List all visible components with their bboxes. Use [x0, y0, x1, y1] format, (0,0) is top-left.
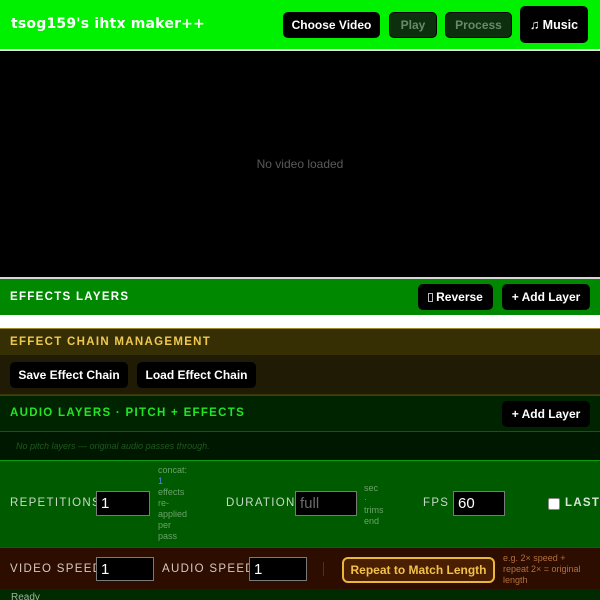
repetitions-hint-line: 1 — [158, 476, 164, 486]
fps-label: FPS — [423, 497, 450, 509]
effect-chain-title: EFFECT CHAIN MANAGEMENT — [10, 336, 212, 348]
speed-divider — [323, 562, 324, 576]
effects-layers-list — [0, 315, 600, 328]
repetitions-hint: concat: 1 effects re- applied per pass — [158, 465, 198, 542]
repetitions-hint-line: per — [158, 520, 172, 530]
music-note-icon: ♫ — [529, 17, 540, 32]
repetitions-hint-line: effects — [158, 487, 185, 497]
effect-chain-body: Save Effect Chain Load Effect Chain — [0, 355, 600, 395]
duration-hint: sec · trims end — [364, 483, 394, 527]
duration-hint-line: · — [364, 494, 367, 504]
video-speed-input[interactable]: 1 — [96, 557, 154, 581]
video-viewport[interactable]: No video loaded — [0, 51, 600, 277]
speed-hint: e.g. 2× speed + repeat 2× = original len… — [503, 553, 600, 586]
play-button[interactable]: Play — [389, 12, 437, 38]
audio-layers-title: AUDIO LAYERS · PITCH + EFFECTS — [10, 407, 246, 419]
add-audio-layer-label: + Add Layer — [511, 407, 581, 421]
app-window: tsog159's ihtx maker++ Choose Video Play… — [0, 0, 600, 600]
status-bar: Ready — [0, 589, 600, 600]
save-effect-chain-label: Save Effect Chain — [18, 368, 120, 382]
speed-hint-line: length — [503, 575, 528, 585]
add-audio-layer-button[interactable]: + Add Layer — [502, 401, 590, 427]
load-effect-chain-button[interactable]: Load Effect Chain — [137, 362, 256, 388]
reverse-button[interactable]: Reverse — [418, 284, 493, 310]
add-effect-layer-button[interactable]: + Add Layer — [502, 284, 590, 310]
load-effect-chain-label: Load Effect Chain — [145, 368, 248, 382]
audio-layers-list: No pitch layers — original audio passes … — [0, 432, 600, 460]
repeat-to-match-length-label: Repeat to Match Length — [350, 563, 487, 577]
duration-hint-line: sec — [364, 483, 379, 493]
fps-value: 60 — [458, 495, 475, 512]
status-text: Ready — [11, 592, 40, 600]
repetitions-value: 1 — [101, 495, 110, 512]
repetitions-hint-line: applied — [158, 509, 188, 519]
repetitions-hint-line: pass — [158, 531, 178, 541]
last-frame-label: LAST F — [565, 497, 600, 509]
reverse-icon — [428, 292, 434, 302]
fps-input[interactable]: 60 — [453, 491, 505, 516]
repetitions-hint-line: re- — [158, 498, 169, 508]
effect-chain-header: EFFECT CHAIN MANAGEMENT — [0, 328, 600, 355]
add-effect-layer-label: + Add Layer — [511, 290, 581, 304]
save-effect-chain-button[interactable]: Save Effect Chain — [10, 362, 128, 388]
video-speed-label: VIDEO SPEED — [10, 563, 103, 575]
reverse-label: Reverse — [436, 290, 483, 304]
top-bar: tsog159's ihtx maker++ Choose Video Play… — [0, 0, 600, 49]
speed-hint-line: e.g. 2× speed + — [503, 553, 566, 563]
repetitions-hint-line: concat: — [158, 465, 188, 475]
choose-video-button[interactable]: Choose Video — [283, 12, 380, 38]
repetitions-label: REPETITIONS — [10, 497, 101, 509]
duration-placeholder: full — [300, 495, 320, 512]
duration-hint-line: end — [364, 516, 380, 526]
effects-layers-header: EFFECTS LAYERS Reverse + Add Layer — [0, 279, 600, 315]
choose-video-label: Choose Video — [291, 18, 372, 32]
music-button[interactable]: ♫ Music — [520, 6, 588, 43]
speed-row: VIDEO SPEED 1 AUDIO SPEED 1 e.g. 2× spee… — [0, 547, 600, 589]
settings-row: REPETITIONS 1 concat: 1 effects re- appl… — [0, 460, 600, 547]
repeat-to-match-length-button[interactable]: Repeat to Match Length — [342, 557, 495, 583]
app-title: tsog159's ihtx maker++ — [11, 16, 205, 32]
last-frame-checkbox[interactable] — [548, 498, 560, 510]
process-label: Process — [455, 18, 502, 32]
process-button[interactable]: Process — [445, 12, 512, 38]
play-label: Play — [400, 18, 426, 32]
duration-hint-line: trims — [364, 505, 384, 515]
repetitions-input[interactable]: 1 — [96, 491, 150, 516]
video-speed-value: 1 — [101, 560, 110, 578]
audio-speed-label: AUDIO SPEED — [162, 563, 255, 575]
audio-layers-header: AUDIO LAYERS · PITCH + EFFECTS + Add Lay… — [0, 395, 600, 432]
audio-empty-text: No pitch layers — original audio passes … — [16, 441, 210, 451]
duration-label: DURATION — [226, 497, 296, 509]
audio-speed-value: 1 — [254, 560, 263, 578]
music-label: Music — [542, 17, 579, 32]
audio-speed-input[interactable]: 1 — [249, 557, 307, 581]
duration-input[interactable]: full — [295, 491, 357, 516]
effects-layers-title: EFFECTS LAYERS — [10, 291, 130, 303]
video-placeholder-text: No video loaded — [256, 157, 344, 171]
speed-hint-line: repeat 2× = original — [503, 564, 581, 574]
